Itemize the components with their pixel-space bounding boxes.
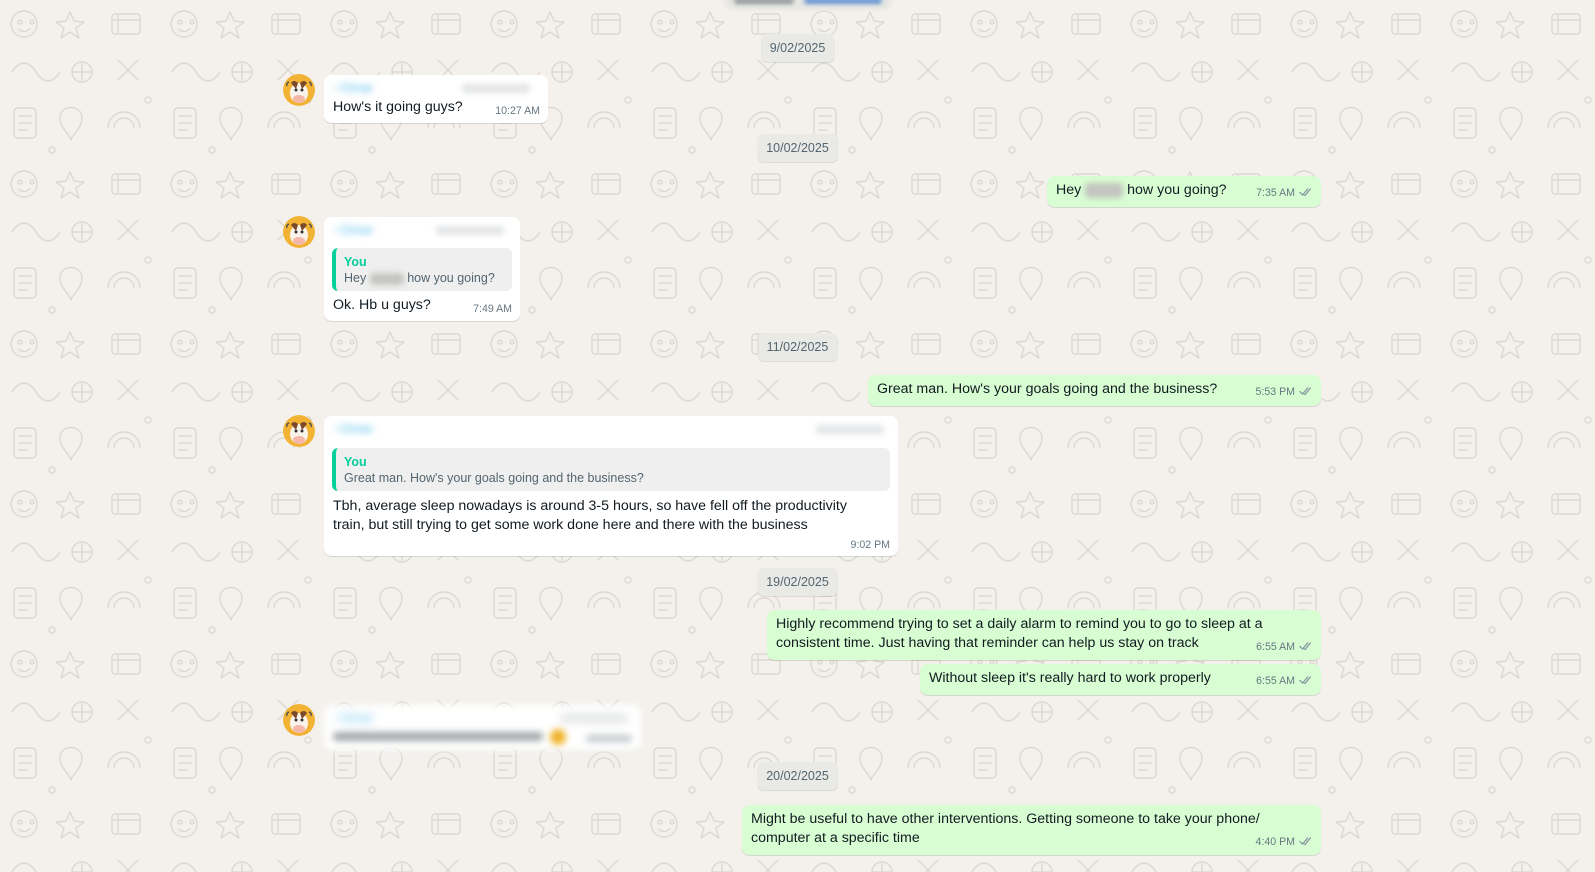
message-line: train, but still trying to get some work… [333, 517, 808, 533]
outgoing-message[interactable]: Highly recommend trying to set a daily a… [767, 610, 1321, 660]
cow-avatar-icon[interactable] [283, 74, 315, 106]
redacted-name [1085, 182, 1124, 198]
sender-phone [436, 226, 504, 235]
cow-avatar-icon[interactable] [283, 704, 315, 736]
incoming-message[interactable]: ~Omar How's it going guys? 10:27 AM [324, 75, 548, 123]
message-text: Without sleep it's really hard to work p… [929, 670, 1211, 686]
outgoing-message[interactable]: Might be useful to have other interventi… [742, 805, 1321, 855]
blurred-time [586, 735, 632, 742]
sender-name: ~Omar [333, 423, 374, 435]
previous-message-fragment [724, 0, 892, 10]
message-time: 9:02 PM [850, 539, 890, 551]
quote-author: You [344, 255, 367, 269]
message-line: Might be useful to have other interventi… [751, 811, 1260, 827]
message-time: 5:53 PM [1255, 386, 1295, 398]
message-line: consistent time. Just having that remind… [776, 635, 1199, 651]
sender-phone [462, 84, 530, 93]
outgoing-message[interactable]: Hey how you going? 7:35 AM [1047, 176, 1321, 207]
incoming-message-blurred[interactable]: ~Omar [324, 705, 641, 751]
sender-phone [816, 425, 884, 434]
quoted-message[interactable]: You Great man. How's your goals going an… [332, 448, 890, 491]
quote-author: You [344, 455, 367, 469]
double-check-icon [1299, 188, 1311, 197]
redacted-name [369, 272, 404, 285]
message-line: Highly recommend trying to set a daily a… [776, 616, 1263, 632]
date-separator: 19/02/2025 [757, 568, 838, 596]
message-time: 7:49 AM [473, 303, 512, 315]
chat-panel[interactable]: 9/02/2025 ~Omar How's it going guys? 10:… [0, 0, 1595, 872]
sender-name: ~Omar [333, 224, 374, 236]
quote-text: Hey how you going? [344, 271, 495, 285]
date-separator: 10/02/2025 [757, 134, 838, 162]
date-separator: 9/02/2025 [760, 34, 835, 62]
sender-phone [560, 714, 628, 723]
double-check-icon [1299, 837, 1311, 846]
date-separator: 20/02/2025 [757, 762, 838, 790]
incoming-message[interactable]: ~Omar You Hey how you going? Ok. Hb u gu… [324, 217, 520, 321]
outgoing-message[interactable]: Without sleep it's really hard to work p… [920, 664, 1321, 695]
cow-avatar-icon[interactable] [283, 216, 315, 248]
outgoing-message[interactable]: Great man. How's your goals going and th… [868, 375, 1321, 406]
message-line: computer at a specific time [751, 830, 920, 846]
sender-name: ~Omar [333, 82, 374, 94]
message-time: 6:55 AM [1256, 675, 1295, 687]
double-check-icon [1299, 676, 1311, 685]
message-text: Ok. Hb u guys? [333, 297, 431, 313]
message-text: Great man. How's your goals going and th… [877, 381, 1218, 397]
quoted-message[interactable]: You Hey how you going? [332, 248, 512, 291]
emoji-icon [550, 729, 566, 745]
incoming-message[interactable]: ~Omar You Great man. How's your goals go… [324, 416, 898, 556]
message-text: How's it going guys? [333, 99, 463, 115]
cow-avatar-icon[interactable] [283, 415, 315, 447]
sender-name: ~Omar [333, 712, 374, 724]
message-time: 10:27 AM [495, 105, 540, 117]
message-time: 7:35 AM [1256, 187, 1295, 199]
double-check-icon [1299, 387, 1311, 396]
message-time: 4:40 PM [1255, 836, 1295, 848]
blurred-text [333, 732, 543, 741]
message-line: Tbh, average sleep nowadays is around 3-… [333, 498, 847, 514]
double-check-icon [1299, 642, 1311, 651]
date-separator: 11/02/2025 [757, 333, 838, 361]
message-time: 6:55 AM [1256, 641, 1295, 653]
message-text: Hey how you going? [1056, 182, 1227, 198]
quote-text: Great man. How's your goals going and th… [344, 471, 644, 485]
